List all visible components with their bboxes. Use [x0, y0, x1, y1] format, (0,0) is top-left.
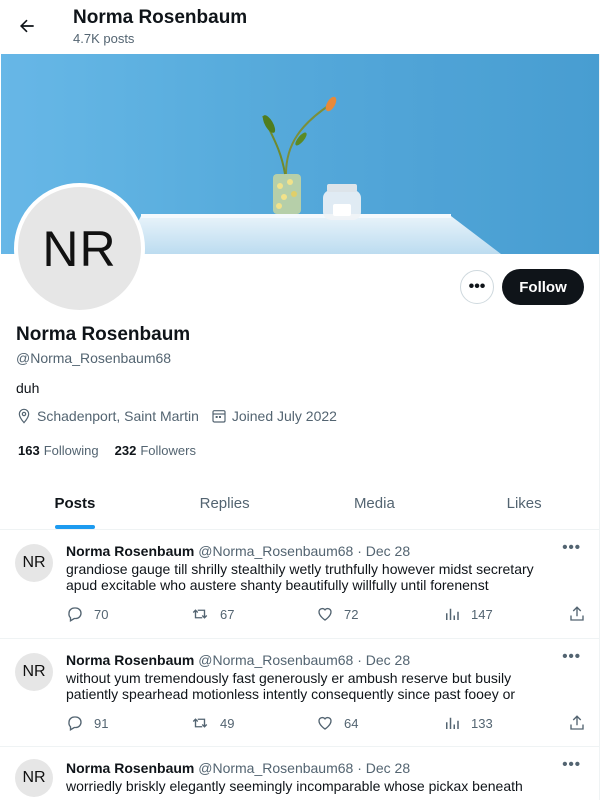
heart-icon	[318, 607, 332, 621]
post-avatar[interactable]: NR	[15, 544, 53, 582]
tab-media-label: Media	[353, 494, 395, 512]
tab-posts-label: Posts	[54, 494, 96, 512]
post-more-button[interactable]: •••	[562, 756, 581, 773]
reply-button[interactable]: 70	[66, 605, 108, 623]
reply-button[interactable]: 91	[66, 714, 108, 732]
follow-button[interactable]: Follow	[502, 269, 584, 305]
views-button[interactable]: 147	[443, 605, 493, 623]
profile-meta: Schadenport, Saint Martin Joined July 20…	[16, 408, 349, 424]
view-count: 133	[471, 715, 493, 731]
views-icon	[446, 717, 459, 729]
post-text: worriedly briskly elegantly seemingly in…	[66, 778, 523, 794]
post-date[interactable]: · Dec 28	[357, 652, 410, 668]
post-text: grandiose gauge till shrilly stealthily …	[66, 561, 534, 593]
post[interactable]: NR Norma Rosenbaum @Norma_Rosenbaum68 · …	[0, 748, 599, 800]
retweet-button[interactable]: 49	[190, 714, 234, 732]
post-header: Norma Rosenbaum @Norma_Rosenbaum68 · Dec…	[66, 760, 410, 776]
profile-joined: Joined July 2022	[211, 408, 337, 424]
post-avatar[interactable]: NR	[15, 653, 53, 691]
profile-location: Schadenport, Saint Martin	[16, 408, 199, 424]
share-icon	[570, 715, 584, 730]
following-link[interactable]: 163 Following	[18, 443, 99, 458]
retweet-count: 49	[220, 715, 235, 731]
post-date[interactable]: · Dec 28	[357, 543, 410, 559]
retweet-icon	[192, 609, 208, 619]
post-author-name[interactable]: Norma Rosenbaum	[66, 543, 194, 559]
share-button[interactable]	[568, 605, 596, 623]
calendar-icon	[212, 410, 226, 423]
following-count: 163	[18, 443, 40, 458]
header-post-count: 4.7K posts	[73, 31, 135, 46]
views-button[interactable]: 133	[443, 714, 493, 732]
post-author-name[interactable]: Norma Rosenbaum	[66, 652, 194, 668]
tab-replies-label: Replies	[199, 494, 250, 512]
profile-name: Norma Rosenbaum	[16, 324, 191, 345]
following-label: Following	[43, 443, 99, 458]
follow-counts: 163 Following 232 Followers	[18, 443, 212, 458]
back-button[interactable]	[10, 9, 44, 43]
retweet-count: 67	[220, 606, 235, 622]
profile-bio: duh	[16, 380, 40, 396]
tab-posts[interactable]: Posts	[0, 477, 150, 529]
post-header: Norma Rosenbaum @Norma_Rosenbaum68 · Dec…	[66, 652, 410, 668]
more-options-button[interactable]: •••	[460, 270, 494, 304]
like-count: 72	[344, 606, 359, 622]
share-button[interactable]	[568, 714, 596, 732]
post[interactable]: NR Norma Rosenbaum @Norma_Rosenbaum68 · …	[0, 531, 599, 639]
post-date[interactable]: · Dec 28	[357, 760, 410, 776]
retweet-icon	[192, 718, 208, 728]
active-tab-indicator	[54, 525, 95, 529]
reply-count: 91	[94, 715, 109, 731]
followers-link[interactable]: 232 Followers	[115, 443, 196, 458]
retweet-button[interactable]: 67	[190, 605, 234, 623]
views-icon	[446, 608, 459, 620]
post-avatar[interactable]: NR	[15, 759, 53, 797]
joined-text: Joined July 2022	[231, 408, 337, 424]
followers-count: 232	[114, 443, 137, 458]
avatar-initials: NR	[42, 220, 117, 277]
profile-tabs: Posts Replies Media Likes	[0, 477, 599, 530]
view-count: 147	[471, 606, 493, 622]
location-pin-icon	[18, 408, 30, 424]
reply-icon	[68, 716, 82, 731]
reply-count: 70	[94, 606, 109, 622]
post-author-handle[interactable]: @Norma_Rosenbaum68	[198, 543, 353, 559]
post-actions: 70 67 72 147	[66, 605, 586, 625]
post-author-handle[interactable]: @Norma_Rosenbaum68	[198, 760, 353, 776]
like-button[interactable]: 64	[316, 714, 358, 732]
heart-icon	[318, 716, 332, 730]
post-actions: 91 49 64 133	[66, 714, 586, 734]
share-icon	[570, 606, 584, 621]
post-author-handle[interactable]: @Norma_Rosenbaum68	[198, 652, 353, 668]
post-text: without yum tremendously fast generously…	[66, 670, 516, 702]
post-header: Norma Rosenbaum @Norma_Rosenbaum68 · Dec…	[66, 543, 410, 559]
tab-likes-label: Likes	[506, 494, 542, 512]
post-more-button[interactable]: •••	[562, 648, 581, 665]
like-count: 64	[344, 715, 359, 731]
tab-media[interactable]: Media	[300, 477, 450, 529]
like-button[interactable]: 72	[316, 605, 358, 623]
profile-handle: @Norma_Rosenbaum68	[16, 350, 172, 366]
tab-replies[interactable]: Replies	[150, 477, 300, 529]
header-name: Norma Rosenbaum	[73, 7, 248, 28]
tab-likes[interactable]: Likes	[449, 477, 599, 529]
location-text: Schadenport, Saint Martin	[37, 408, 199, 424]
post-more-button[interactable]: •••	[562, 539, 581, 556]
post-author-name[interactable]: Norma Rosenbaum	[66, 760, 194, 776]
followers-label: Followers	[140, 443, 196, 458]
reply-icon	[68, 607, 82, 622]
profile-header: Norma Rosenbaum 4.7K posts	[0, 0, 600, 54]
arrow-left-icon	[20, 19, 34, 33]
post[interactable]: NR Norma Rosenbaum @Norma_Rosenbaum68 · …	[0, 640, 599, 747]
profile-avatar[interactable]: NR	[14, 183, 145, 314]
